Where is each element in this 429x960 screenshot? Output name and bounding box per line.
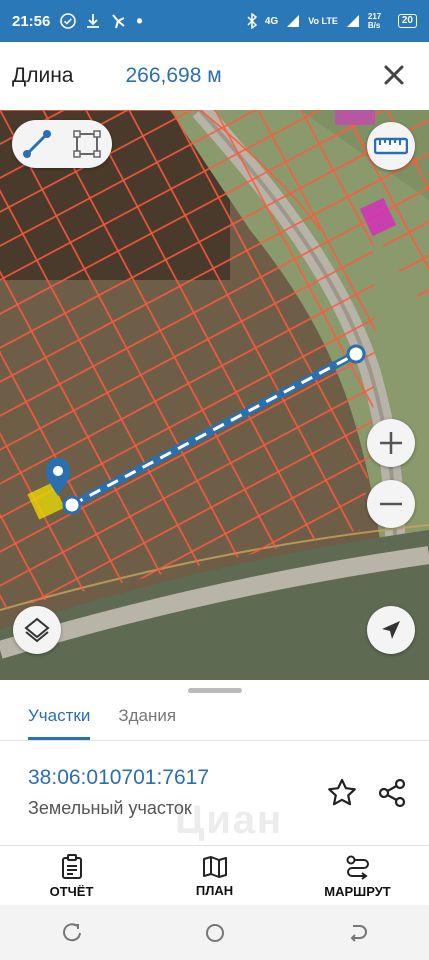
check-circle-icon — [60, 13, 77, 29]
measure-header: Длина 266,698 м — [0, 42, 429, 110]
signal-icon — [287, 15, 300, 27]
measure-value: 266,698 м — [125, 64, 222, 87]
sheet-tabs: Участки Здания — [0, 696, 429, 741]
map-view[interactable] — [0, 110, 429, 680]
network-type: 4G — [264, 15, 279, 27]
nav-plan-label: ПЛАН — [195, 882, 234, 898]
layers-button[interactable] — [13, 606, 61, 654]
pinwheel-icon — [112, 14, 126, 29]
parcel-type: Земельный участок — [28, 798, 192, 818]
zoom-in-button[interactable] — [367, 419, 415, 467]
recent-apps-icon[interactable] — [61, 922, 83, 944]
nav-route-label: МАРШРУТ — [324, 883, 391, 899]
tab-buildings[interactable]: Здания — [118, 696, 176, 740]
volte-label: Vo LTE — [308, 16, 338, 26]
ruler-icon — [374, 137, 408, 155]
nav-route[interactable]: МАРШРУТ — [286, 846, 429, 906]
plus-icon — [380, 432, 402, 454]
data-speed: 217 B/s — [367, 12, 382, 30]
nav-report-label: ОТЧЁТ — [49, 883, 94, 899]
satellite-map — [0, 110, 429, 680]
map-plan-icon — [202, 855, 227, 878]
measure-label: Длина — [12, 64, 74, 87]
report-icon — [61, 853, 82, 879]
star-icon[interactable] — [326, 777, 358, 809]
nav-report[interactable]: ОТЧЁТ — [0, 846, 143, 906]
back-icon[interactable] — [347, 922, 369, 944]
ruler-button[interactable] — [367, 122, 415, 170]
clock: 21:56 — [12, 12, 51, 30]
system-navigation-bar — [0, 905, 429, 960]
close-icon[interactable] — [379, 60, 409, 90]
measure-tools — [12, 120, 112, 168]
download-icon — [87, 14, 100, 28]
my-location-button[interactable] — [367, 606, 415, 654]
dot-icon: • — [136, 10, 143, 31]
info-sheet: Участки Здания Циан 38:06:010701:7617 Зе… — [0, 680, 429, 845]
parcel-cadastral-number[interactable]: 38:06:010701:7617 — [28, 766, 209, 790]
zoom-out-button[interactable] — [367, 480, 415, 528]
sheet-drag-handle[interactable] — [188, 688, 242, 693]
route-icon — [346, 855, 369, 880]
share-icon[interactable] — [376, 777, 408, 809]
line-measure-icon[interactable] — [21, 128, 53, 160]
bottom-navigation: ОТЧЁТ ПЛАН МАРШРУТ — [0, 845, 429, 906]
signal-icon — [346, 15, 359, 27]
battery-icon: 20 — [397, 14, 417, 28]
home-icon[interactable] — [204, 922, 226, 944]
minus-icon — [380, 502, 402, 506]
bluetooth-icon — [247, 13, 257, 29]
navigation-arrow-icon — [382, 621, 400, 639]
status-bar: 21:56 • 4G Vo LTE 217 B/s 20 — [0, 0, 429, 42]
tab-parcels[interactable]: Участки — [28, 696, 91, 740]
layers-icon — [24, 617, 50, 643]
nav-plan[interactable]: ПЛАН — [143, 846, 286, 906]
area-measure-icon[interactable] — [71, 128, 103, 160]
